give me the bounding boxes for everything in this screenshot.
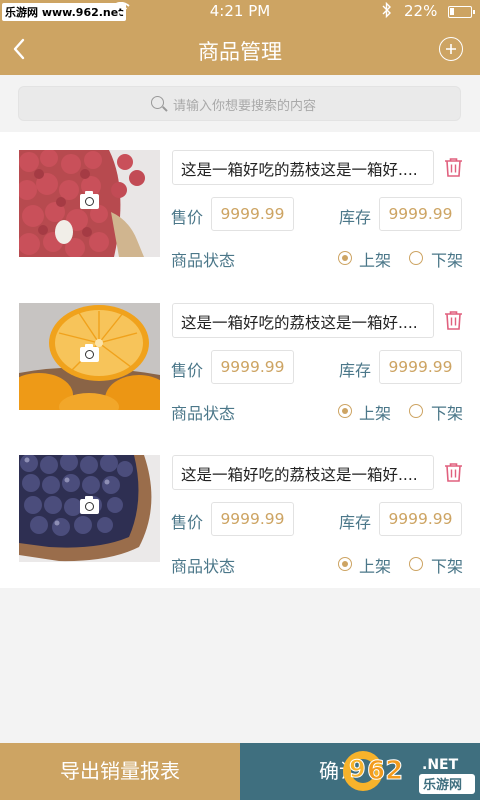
product-item: 这是一箱好吃的荔枝这是一箱好.... 售价 9999.99 库存 9999.99… [0, 284, 480, 436]
on-shelf-radio[interactable] [338, 404, 352, 418]
price-label: 售价 [171, 361, 204, 380]
search-input[interactable]: 请输入你想要搜索的内容 [18, 86, 461, 121]
svg-text:9: 9 [349, 755, 366, 783]
app-header: 乐游网 www.962.net 4:21 PM 22% 商品管理 [0, 0, 480, 75]
price-field[interactable]: 9999.99 [211, 502, 294, 536]
camera-icon [80, 496, 99, 514]
off-shelf-radio[interactable] [409, 557, 423, 571]
price-label: 售价 [171, 513, 204, 532]
off-shelf-label: 下架 [431, 251, 464, 270]
svg-text:.NET: .NET [422, 757, 459, 773]
on-shelf-radio[interactable] [338, 251, 352, 265]
stock-field[interactable]: 9999.99 [379, 197, 462, 231]
product-image[interactable] [19, 150, 160, 257]
stock-label: 库存 [339, 208, 372, 227]
search-placeholder: 请输入你想要搜索的内容 [173, 99, 317, 114]
on-shelf-radio[interactable] [338, 557, 352, 571]
product-name-field[interactable]: 这是一箱好吃的荔枝这是一箱好.... [172, 455, 434, 490]
off-shelf-label: 下架 [431, 557, 464, 576]
stock-field[interactable]: 9999.99 [379, 502, 462, 536]
on-shelf-label: 上架 [359, 251, 392, 270]
svg-text:乐游网: 乐游网 [423, 777, 462, 793]
product-item: 这是一箱好吃的荔枝这是一箱好.... 售价 9999.99 库存 9999.99… [0, 132, 480, 284]
battery-icon [448, 6, 475, 18]
price-label: 售价 [171, 208, 204, 227]
delete-icon[interactable] [444, 310, 463, 330]
status-bar: 乐游网 www.962.net 4:21 PM 22% [0, 0, 480, 24]
price-field[interactable]: 9999.99 [211, 350, 294, 384]
camera-icon [80, 344, 99, 362]
product-name-field[interactable]: 这是一箱好吃的荔枝这是一箱好.... [172, 150, 434, 185]
delete-icon[interactable] [444, 157, 463, 177]
on-shelf-label: 上架 [359, 557, 392, 576]
stock-label: 库存 [339, 513, 372, 532]
status-label: 商品状态 [171, 404, 236, 423]
off-shelf-label: 下架 [431, 404, 464, 423]
product-list: 这是一箱好吃的荔枝这是一箱好.... 售价 9999.99 库存 9999.99… [0, 132, 480, 588]
product-image[interactable] [19, 455, 160, 562]
stock-field[interactable]: 9999.99 [379, 350, 462, 384]
search-icon [151, 96, 164, 109]
off-shelf-radio[interactable] [409, 404, 423, 418]
svg-text:62: 62 [367, 756, 403, 786]
product-image[interactable] [19, 303, 160, 410]
off-shelf-radio[interactable] [409, 251, 423, 265]
product-item: 这是一箱好吃的荔枝这是一箱好.... 售价 9999.99 库存 9999.99… [0, 436, 480, 588]
camera-icon [80, 191, 99, 209]
status-label: 商品状态 [171, 557, 236, 576]
status-label: 商品状态 [171, 251, 236, 270]
search-section: 请输入你想要搜索的内容 [0, 75, 480, 132]
battery-percent: 22% [404, 2, 438, 20]
export-sales-report-button[interactable]: 导出销量报表 [0, 743, 240, 800]
price-field[interactable]: 9999.99 [211, 197, 294, 231]
delete-icon[interactable] [444, 462, 463, 482]
bluetooth-icon [382, 1, 392, 22]
product-name-field[interactable]: 这是一箱好吃的荔枝这是一箱好.... [172, 303, 434, 338]
on-shelf-label: 上架 [359, 404, 392, 423]
page-title: 商品管理 [198, 40, 282, 64]
watermark-logo: 9 62 .NET 乐游网 [335, 744, 480, 800]
stock-label: 库存 [339, 361, 372, 380]
add-product-button[interactable] [439, 37, 463, 61]
